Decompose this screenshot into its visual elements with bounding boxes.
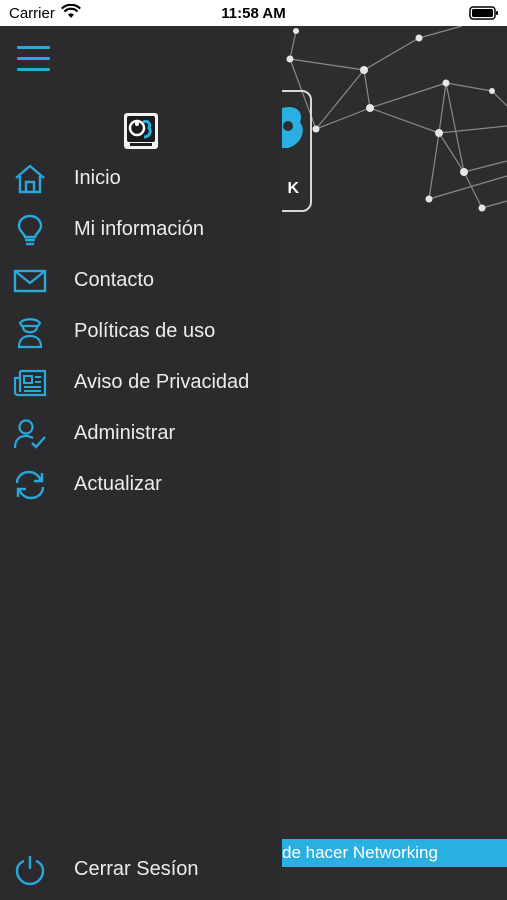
logo-fragment: K bbox=[287, 180, 299, 197]
menu-item-label: Políticas de uso bbox=[74, 320, 216, 342]
menu-item-label: Administrar bbox=[74, 422, 176, 444]
officer-icon bbox=[17, 318, 43, 349]
menu-item-actualizar[interactable]: Actualizar bbox=[0, 462, 282, 508]
logo-mark-icon bbox=[282, 106, 303, 148]
hamburger-menu-button[interactable] bbox=[17, 44, 51, 72]
brand-logo-icon bbox=[127, 116, 155, 146]
menu-item-label: Aviso de Privacidad bbox=[74, 371, 250, 393]
drawer-logo bbox=[124, 113, 158, 149]
logout-button[interactable]: Cerrar Sesíon bbox=[0, 847, 282, 893]
newspaper-icon bbox=[13, 369, 47, 397]
envelope-icon bbox=[13, 269, 47, 293]
refresh-icon bbox=[15, 470, 45, 500]
menu-item-administrar[interactable]: Administrar bbox=[0, 411, 282, 457]
power-icon bbox=[15, 856, 45, 886]
lightbulb-icon bbox=[17, 214, 43, 246]
battery-icon bbox=[469, 6, 498, 20]
menu-item-label: Contacto bbox=[74, 269, 155, 291]
app-logo-card: K bbox=[282, 90, 312, 212]
menu-item-mi-informacion[interactable]: Mi información bbox=[0, 207, 282, 253]
menu-item-aviso-de-privacidad[interactable]: Aviso de Privacidad bbox=[0, 360, 282, 406]
menu-item-contacto[interactable]: Contacto bbox=[0, 258, 282, 304]
home-icon bbox=[15, 164, 45, 194]
tagline-ribbon: de hacer Networking bbox=[282, 839, 507, 867]
menu-item-label: Inicio bbox=[74, 167, 121, 189]
status-time: 11:58 AM bbox=[221, 5, 286, 22]
user-check-icon bbox=[13, 419, 46, 449]
menu-item-label: Mi información bbox=[74, 218, 205, 240]
network-graphic bbox=[286, 26, 507, 212]
status-bar: Carrier 11:58 AM bbox=[0, 0, 507, 26]
menu-item-inicio[interactable]: Inicio bbox=[0, 156, 282, 202]
logout-label: Cerrar Sesíon bbox=[74, 858, 199, 880]
background-screen: K de hacer Networking bbox=[282, 26, 507, 900]
menu-item-label: Actualizar bbox=[74, 473, 162, 495]
side-drawer: Inicio Mi información Contacto Políticas… bbox=[0, 26, 282, 900]
menu-item-politicas-de-uso[interactable]: Políticas de uso bbox=[0, 309, 282, 355]
